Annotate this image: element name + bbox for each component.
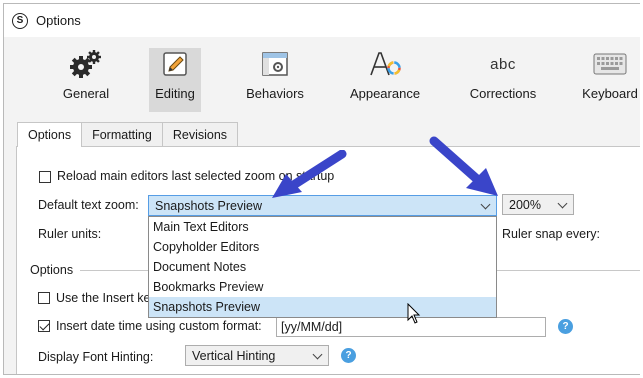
annotation-arrow-icon (429, 136, 498, 196)
chevron-down-icon (557, 198, 568, 209)
annotation-arrow-icon (272, 150, 347, 198)
help-icon[interactable]: ? (341, 348, 356, 363)
toolbar-item-general[interactable]: General (58, 48, 114, 112)
font-color-icon (367, 48, 403, 80)
dropdown-option-snapshots-preview[interactable]: Snapshots Preview (149, 297, 496, 317)
chevron-down-icon (480, 199, 491, 210)
zoom-percent-value: 200% (509, 197, 541, 212)
mouse-pointer-icon (407, 303, 421, 324)
default-zoom-label: Default text zoom: (38, 198, 139, 212)
toolbar-label-behaviors: Behaviors (246, 86, 304, 101)
default-zoom-dropdown-list: Main Text Editors Copyholder Editors Doc… (148, 216, 497, 318)
zoom-percent-select[interactable]: 200% (502, 194, 574, 215)
abc-spelling-icon: abc (490, 55, 516, 73)
window-title: Options (36, 13, 81, 28)
keyboard-icon (593, 48, 627, 80)
font-hinting-select[interactable]: Vertical Hinting (185, 345, 329, 366)
tab-revisions[interactable]: Revisions (161, 122, 239, 146)
use-insert-label: Use the Insert ke (56, 291, 151, 305)
reload-zoom-checkbox[interactable] (39, 171, 51, 183)
font-hinting-value: Vertical Hinting (192, 348, 276, 363)
font-hinting-label: Display Font Hinting: (38, 350, 154, 364)
dropdown-option-document-notes[interactable]: Document Notes (149, 257, 496, 277)
dropdown-option-copyholder-editors[interactable]: Copyholder Editors (149, 237, 496, 257)
chevron-down-icon (312, 349, 323, 360)
tab-formatting[interactable]: Formatting (81, 122, 163, 146)
editing-tabs: Options Formatting Revisions (17, 122, 239, 147)
toolbar-item-behaviors[interactable]: Behaviors (242, 48, 308, 112)
app-icon: S (12, 12, 28, 29)
dropdown-option-bookmarks-preview[interactable]: Bookmarks Preview (149, 277, 496, 297)
ruler-snap-label: Ruler snap every: (502, 227, 600, 241)
insert-date-checkbox[interactable] (38, 320, 50, 332)
window-gear-icon (260, 48, 290, 80)
category-toolbar: General Editing Behaviors Appearance abc… (4, 40, 640, 120)
ruler-units-label: Ruler units: (38, 227, 102, 241)
help-icon[interactable]: ? (558, 319, 573, 334)
toolbar-item-keyboard[interactable]: Keyboard (580, 48, 640, 112)
toolbar-item-corrections[interactable]: abc Corrections (464, 48, 542, 112)
insert-date-label: Insert date time using custom format: (56, 319, 262, 333)
toolbar-label-general: General (62, 86, 110, 101)
toolbar-label-keyboard: Keyboard (582, 86, 638, 101)
toolbar-label-editing: Editing (155, 86, 195, 101)
toolbar-item-editing[interactable]: Editing (149, 48, 201, 112)
dropdown-option-main-text-editors[interactable]: Main Text Editors (149, 217, 496, 237)
use-insert-checkbox[interactable] (38, 292, 50, 304)
toolbar-item-appearance[interactable]: Appearance (346, 48, 424, 112)
default-zoom-value: Snapshots Preview (155, 198, 263, 213)
gears-icon (68, 48, 104, 80)
tab-options[interactable]: Options (17, 122, 83, 147)
toolbar-label-corrections: Corrections (469, 86, 537, 101)
options-section-label: Options (30, 263, 74, 277)
edit-pencil-icon (160, 48, 190, 80)
title-bar: S Options (4, 4, 640, 37)
toolbar-label-appearance: Appearance (349, 86, 421, 101)
